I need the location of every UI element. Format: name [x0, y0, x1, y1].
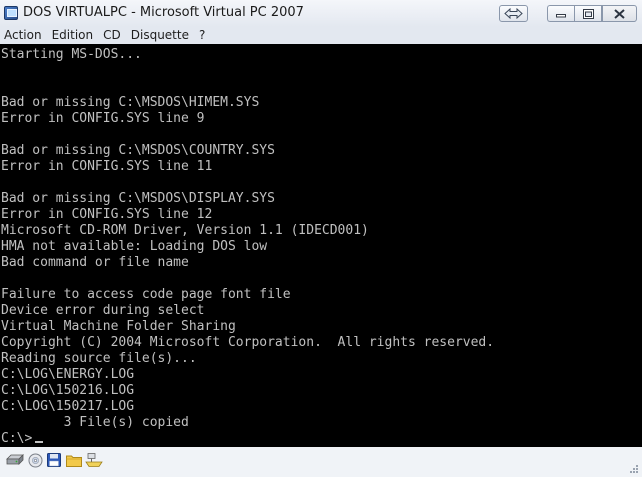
- maximize-button[interactable]: [574, 5, 602, 22]
- console-line: C:\LOG\ENERGY.LOG: [1, 367, 135, 382]
- text-cursor: [35, 441, 43, 443]
- menu-disquette[interactable]: Disquette: [126, 27, 194, 44]
- console-line: Starting MS-DOS...: [1, 47, 142, 62]
- console-line: C:\LOG\150217.LOG: [1, 399, 135, 414]
- console-line: C:\LOG\150216.LOG: [1, 383, 135, 398]
- console-line: Copyright (C) 2004 Microsoft Corporation…: [1, 335, 495, 350]
- console-line: Device error during select: [1, 303, 205, 318]
- floppy-disk-icon[interactable]: [45, 452, 63, 468]
- switch-window-button[interactable]: [499, 5, 528, 22]
- console-line: Microsoft CD-ROM Driver, Version 1.1 (ID…: [1, 223, 369, 238]
- close-icon: [614, 8, 625, 19]
- menu-help[interactable]: ?: [194, 27, 210, 44]
- network-icon[interactable]: [85, 452, 103, 468]
- resize-grip-icon[interactable]: [627, 462, 639, 474]
- menu-bar: Action Edition CD Disquette ?: [0, 27, 642, 44]
- shared-folder-icon[interactable]: [65, 452, 83, 468]
- minimize-icon: [556, 13, 566, 17]
- console-line: HMA not available: Loading DOS low: [1, 239, 268, 254]
- double-arrow-icon: [504, 8, 523, 19]
- cd-drive-icon[interactable]: [26, 452, 44, 468]
- console-line: Bad or missing C:\MSDOS\COUNTRY.SYS: [1, 143, 275, 158]
- console-line: Bad or missing C:\MSDOS\DISPLAY.SYS: [1, 191, 275, 206]
- vpc-window: DOS VIRTUALPC - Microsoft Virtual PC 200…: [0, 0, 642, 477]
- dos-console[interactable]: Starting MS-DOS... Bad or missing C:\MSDO…: [0, 44, 642, 447]
- console-line: Error in CONFIG.SYS line 9: [1, 111, 205, 126]
- console-line: 3 File(s) copied: [1, 415, 189, 430]
- console-line: Virtual Machine Folder Sharing: [1, 319, 236, 334]
- virtual-pc-app-icon[interactable]: [4, 6, 18, 20]
- console-line: Bad command or file name: [1, 255, 189, 270]
- console-line: Failure to access code page font file: [1, 287, 291, 302]
- menu-cd[interactable]: CD: [98, 27, 126, 44]
- menu-action[interactable]: Action: [0, 27, 47, 44]
- console-line: Error in CONFIG.SYS line 12: [1, 207, 213, 222]
- console-line: Error in CONFIG.SYS line 11: [1, 159, 213, 174]
- close-button[interactable]: [602, 5, 637, 22]
- title-bar[interactable]: DOS VIRTUALPC - Microsoft Virtual PC 200…: [0, 0, 642, 27]
- menu-edition[interactable]: Edition: [47, 27, 99, 44]
- hard-disk-icon[interactable]: [6, 452, 24, 468]
- console-line: Bad or missing C:\MSDOS\HIMEM.SYS: [1, 95, 260, 110]
- minimize-button[interactable]: [547, 5, 574, 22]
- console-line: Reading source file(s)...: [1, 351, 197, 366]
- console-line: C:\>: [1, 431, 33, 446]
- maximize-icon: [582, 8, 594, 19]
- status-bar: [0, 447, 642, 477]
- window-title: DOS VIRTUALPC - Microsoft Virtual PC 200…: [23, 5, 304, 20]
